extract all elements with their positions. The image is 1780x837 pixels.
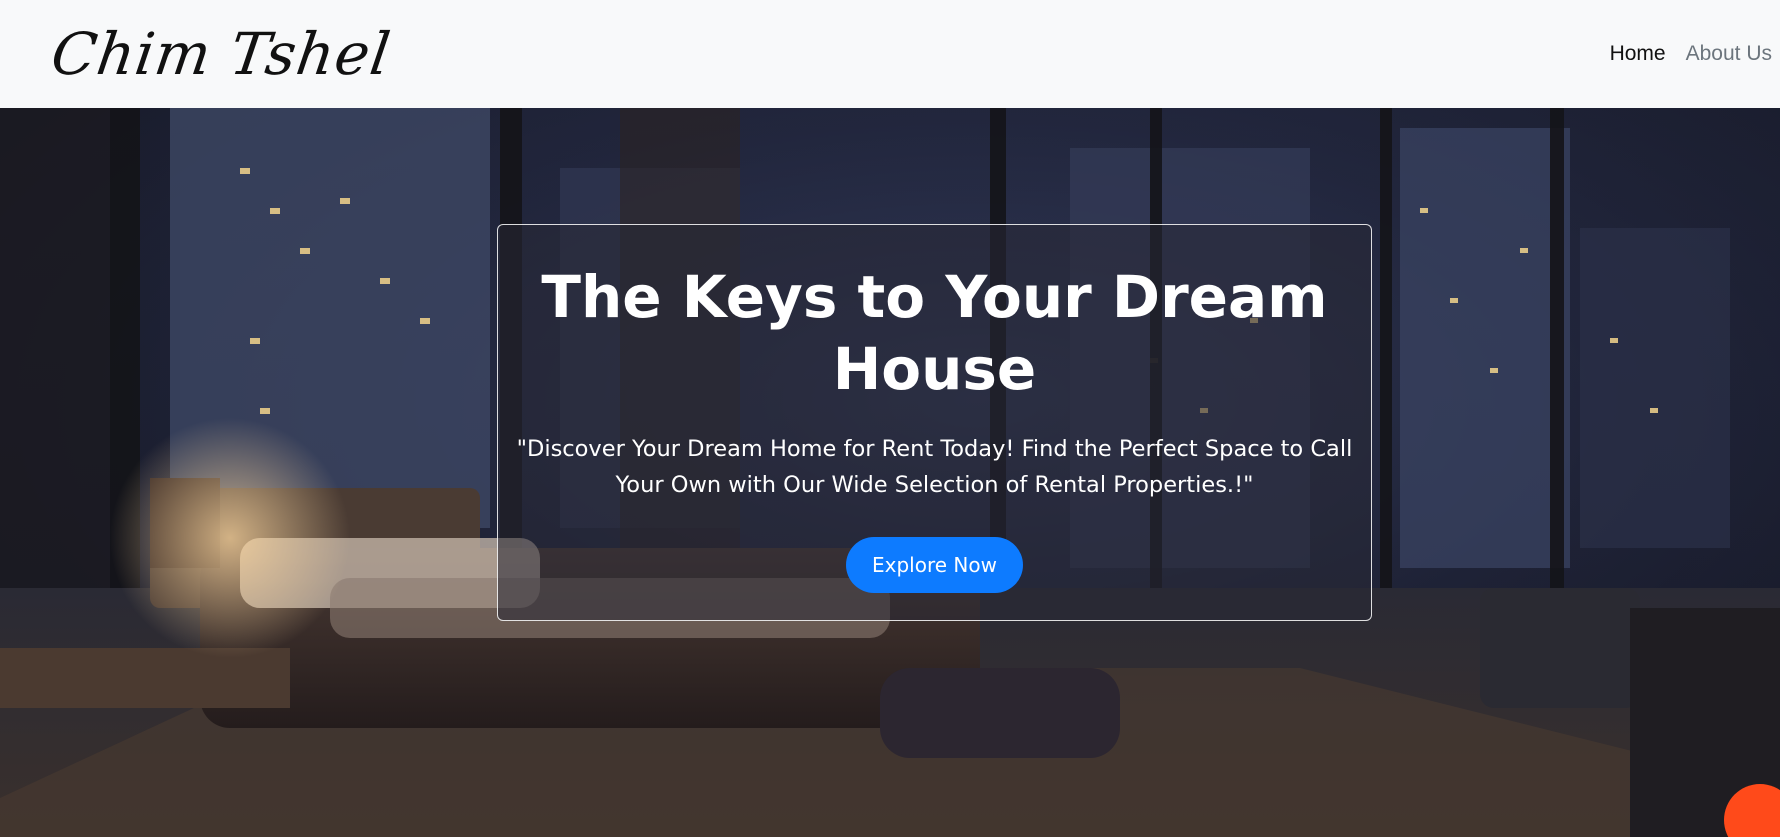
nav-link-about-us[interactable]: About Us xyxy=(1686,42,1772,66)
explore-now-button[interactable]: Explore Now xyxy=(846,537,1023,593)
hero-section: The Keys to Your Dream House "Discover Y… xyxy=(0,108,1780,837)
nav-link-home[interactable]: Home xyxy=(1610,42,1666,66)
hero-card: The Keys to Your Dream House "Discover Y… xyxy=(497,224,1372,621)
nav-links: Home About Us xyxy=(1610,0,1780,108)
hero-tagline: "Discover Your Dream Home for Rent Today… xyxy=(516,436,1353,498)
navbar: Chim Tshel Home About Us xyxy=(0,0,1780,108)
brand-logo[interactable]: Chim Tshel xyxy=(47,20,395,88)
hero-title: The Keys to Your Dream House xyxy=(541,263,1328,403)
